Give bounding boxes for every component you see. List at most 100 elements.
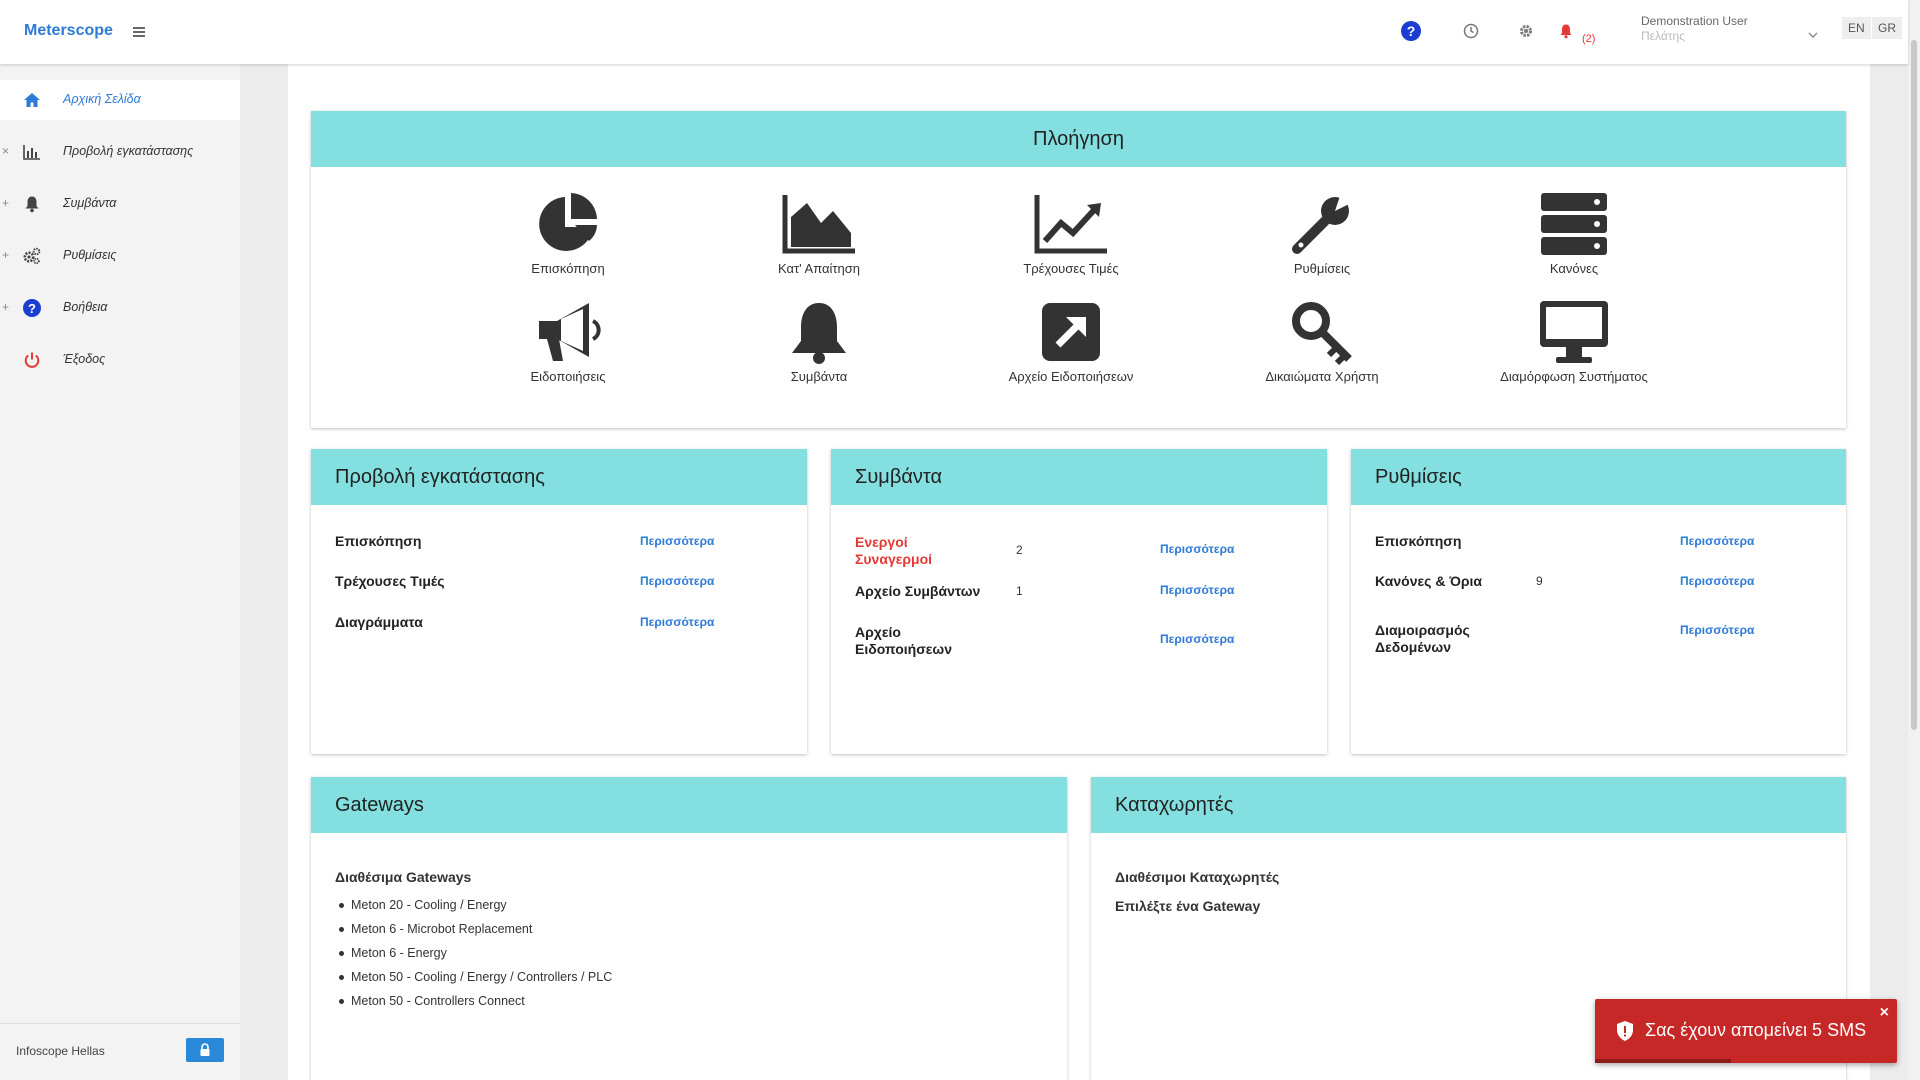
sidebar-footer: Infoscope Hellas xyxy=(0,1023,240,1080)
navigation-panel: Πλοήγηση Επισκόπηση Κατ' Απαίτηση Τρέχου… xyxy=(311,111,1846,428)
sidebar-item-events[interactable]: + Συμβάντα xyxy=(0,184,240,224)
company-name: Infoscope Hellas xyxy=(16,1044,105,1058)
nav-tile-rules[interactable]: Κανόνες xyxy=(1454,191,1694,276)
select-gateway-hint: Επιλέξτε ένα Gateway xyxy=(1115,898,1261,914)
nav-tile-label: Αρχείο Ειδοποιήσεων xyxy=(1008,369,1134,384)
list-item[interactable]: Meton 6 - Energy xyxy=(335,941,612,965)
toast-progress-bar xyxy=(1595,1059,1731,1063)
events-panel-title: Συμβάντα xyxy=(831,449,1327,505)
sms-warning-toast: Σας έχουν απομείνει 5 SMS × xyxy=(1595,999,1897,1063)
nav-tile-label: Διαμόρφωση Συστήματος xyxy=(1500,369,1648,384)
language-en-button[interactable]: EN xyxy=(1842,17,1871,39)
panel-row-label: Διαμοιρασμός Δεδομένων xyxy=(1375,622,1470,655)
brand-logo[interactable]: Meterscope xyxy=(24,22,113,40)
notifications-count: (2) xyxy=(1582,33,1596,45)
panel-row-label: Επισκόπηση xyxy=(335,533,422,549)
more-link[interactable]: Περισσότερα xyxy=(1160,632,1234,646)
nav-tile-label: Κατ' Απαίτηση xyxy=(777,261,861,276)
bell-icon xyxy=(22,194,42,214)
nav-tile-label: Επισκόπηση xyxy=(531,261,605,276)
nav-tile-label: Ρυθμίσεις xyxy=(1293,261,1351,276)
nav-tile-system-configuration[interactable]: Διαμόρφωση Συστήματος xyxy=(1454,299,1694,384)
chevron-down-icon[interactable] xyxy=(1806,28,1820,42)
events-panel: Συμβάντα Ενεργοί Συναγερμοί 2 Περισσότερ… xyxy=(831,449,1327,754)
list-item[interactable]: Meton 20 - Cooling / Energy xyxy=(335,893,612,917)
nav-tile-label: Κανόνες xyxy=(1549,261,1599,276)
installation-panel-title: Προβολή εγκατάστασης xyxy=(311,449,807,505)
nav-tile-label: Δικαιώματα Χρήστη xyxy=(1265,369,1379,384)
home-icon xyxy=(22,90,42,110)
nav-tile-current-values[interactable]: Τρέχουσες Τιμές xyxy=(951,191,1191,276)
nav-tile-on-demand[interactable]: Κατ' Απαίτηση xyxy=(699,191,939,276)
panel-row-label: Τρέχουσες Τιμές xyxy=(335,573,445,589)
pie-chart-icon xyxy=(539,193,597,251)
sidebar-item-label: Ρυθμίσεις xyxy=(63,248,117,262)
user-name[interactable]: Demonstration User xyxy=(1641,14,1748,28)
more-link[interactable]: Περισσότερα xyxy=(1160,542,1234,556)
nav-tile-notifications[interactable]: Ειδοποιήσεις xyxy=(448,299,688,384)
more-link[interactable]: Περισσότερα xyxy=(640,574,714,588)
active-alarms-label: Ενεργοί Συναγερμοί xyxy=(855,534,933,567)
gears-icon xyxy=(22,246,42,266)
bell-icon xyxy=(792,303,846,364)
list-item[interactable]: Meton 6 - Microbot Replacement xyxy=(335,917,612,941)
toast-message: Σας έχουν απομείνει 5 SMS xyxy=(1645,1020,1867,1040)
lock-button[interactable] xyxy=(186,1038,224,1062)
notifications-bell-icon[interactable] xyxy=(1555,20,1577,42)
more-link[interactable]: Περισσότερα xyxy=(1160,583,1234,597)
settings-panel: Ρυθμίσεις Επισκόπηση Περισσότερα Κανόνες… xyxy=(1351,449,1846,754)
main-content: Πλοήγηση Επισκόπηση Κατ' Απαίτηση Τρέχου… xyxy=(240,64,1908,1080)
more-link[interactable]: Περισσότερα xyxy=(640,615,714,629)
gateways-list: Meton 20 - Cooling / Energy Meton 6 - Mi… xyxy=(335,893,612,1013)
nav-tile-user-permissions[interactable]: Δικαιώματα Χρήστη xyxy=(1202,299,1442,384)
bar-chart-icon xyxy=(22,142,42,162)
svg-text:?: ? xyxy=(28,301,36,316)
content-container: Πλοήγηση Επισκόπηση Κατ' Απαίτηση Τρέχου… xyxy=(288,64,1870,1080)
nav-tile-notification-archive[interactable]: Αρχείο Ειδοποιήσεων xyxy=(951,299,1191,384)
list-item[interactable]: Meton 50 - Cooling / Energy / Controller… xyxy=(335,965,612,989)
external-link-icon xyxy=(1042,303,1100,361)
nav-tile-overview[interactable]: Επισκόπηση xyxy=(448,191,688,276)
sidebar-item-expander[interactable]: + xyxy=(2,248,9,262)
sidebar-item-expander[interactable]: + xyxy=(2,300,9,314)
power-icon xyxy=(22,350,42,370)
sidebar-item-expander[interactable]: × xyxy=(2,144,9,158)
more-link[interactable]: Περισσότερα xyxy=(1680,623,1754,637)
help-icon[interactable]: ? xyxy=(1400,20,1422,42)
key-icon xyxy=(1292,302,1352,365)
sidebar-item-label: Προβολή εγκατάστασης xyxy=(63,144,194,158)
history-clock-icon[interactable] xyxy=(1460,20,1482,42)
close-icon[interactable]: × xyxy=(1880,1004,1889,1022)
list-item[interactable]: Meton 50 - Controllers Connect xyxy=(335,989,612,1013)
svg-text:?: ? xyxy=(1407,23,1416,39)
more-link[interactable]: Περισσότερα xyxy=(1680,534,1754,548)
gateways-subtitle: Διαθέσιμα Gateways xyxy=(335,869,472,885)
settings-gear-icon[interactable] xyxy=(1515,20,1537,42)
menu-toggle-icon[interactable] xyxy=(130,22,150,42)
nav-tile-label: Ειδοποιήσεις xyxy=(530,369,606,384)
sidebar-item-help[interactable]: + ? Βοήθεια xyxy=(0,288,240,328)
sidebar-item-logout[interactable]: Έξοδος xyxy=(0,340,240,380)
scrollbar-thumb[interactable] xyxy=(1911,40,1917,730)
server-icon xyxy=(1541,193,1607,255)
loggers-subtitle: Διαθέσιμοι Καταχωρητές xyxy=(1115,869,1280,885)
sidebar-item-label: Αρχική Σελίδα xyxy=(63,92,141,106)
active-alarms-count: 2 xyxy=(1016,543,1023,557)
panel-row-label: Διαγράμματα xyxy=(335,614,423,630)
sidebar-item-home[interactable]: Αρχική Σελίδα xyxy=(0,80,240,120)
gateways-panel: Gateways Διαθέσιμα Gateways Meton 20 - C… xyxy=(311,777,1067,1080)
sidebar-item-settings[interactable]: + Ρυθμίσεις xyxy=(0,236,240,276)
loggers-panel-title: Καταχωρητές xyxy=(1091,777,1846,833)
page-scrollbar[interactable] xyxy=(1908,0,1920,1080)
nav-tile-settings[interactable]: Ρυθμίσεις xyxy=(1202,191,1442,276)
nav-tile-events[interactable]: Συμβάντα xyxy=(699,299,939,384)
language-gr-button[interactable]: GR xyxy=(1872,17,1902,39)
sidebar-item-expander[interactable]: + xyxy=(2,196,9,210)
more-link[interactable]: Περισσότερα xyxy=(640,534,714,548)
sidebar-item-installation-view[interactable]: × Προβολή εγκατάστασης xyxy=(0,132,240,172)
rules-count: 9 xyxy=(1536,574,1543,588)
question-icon: ? xyxy=(22,298,42,318)
more-link[interactable]: Περισσότερα xyxy=(1680,574,1754,588)
megaphone-icon xyxy=(539,303,601,361)
sidebar-item-label: Συμβάντα xyxy=(63,196,117,210)
